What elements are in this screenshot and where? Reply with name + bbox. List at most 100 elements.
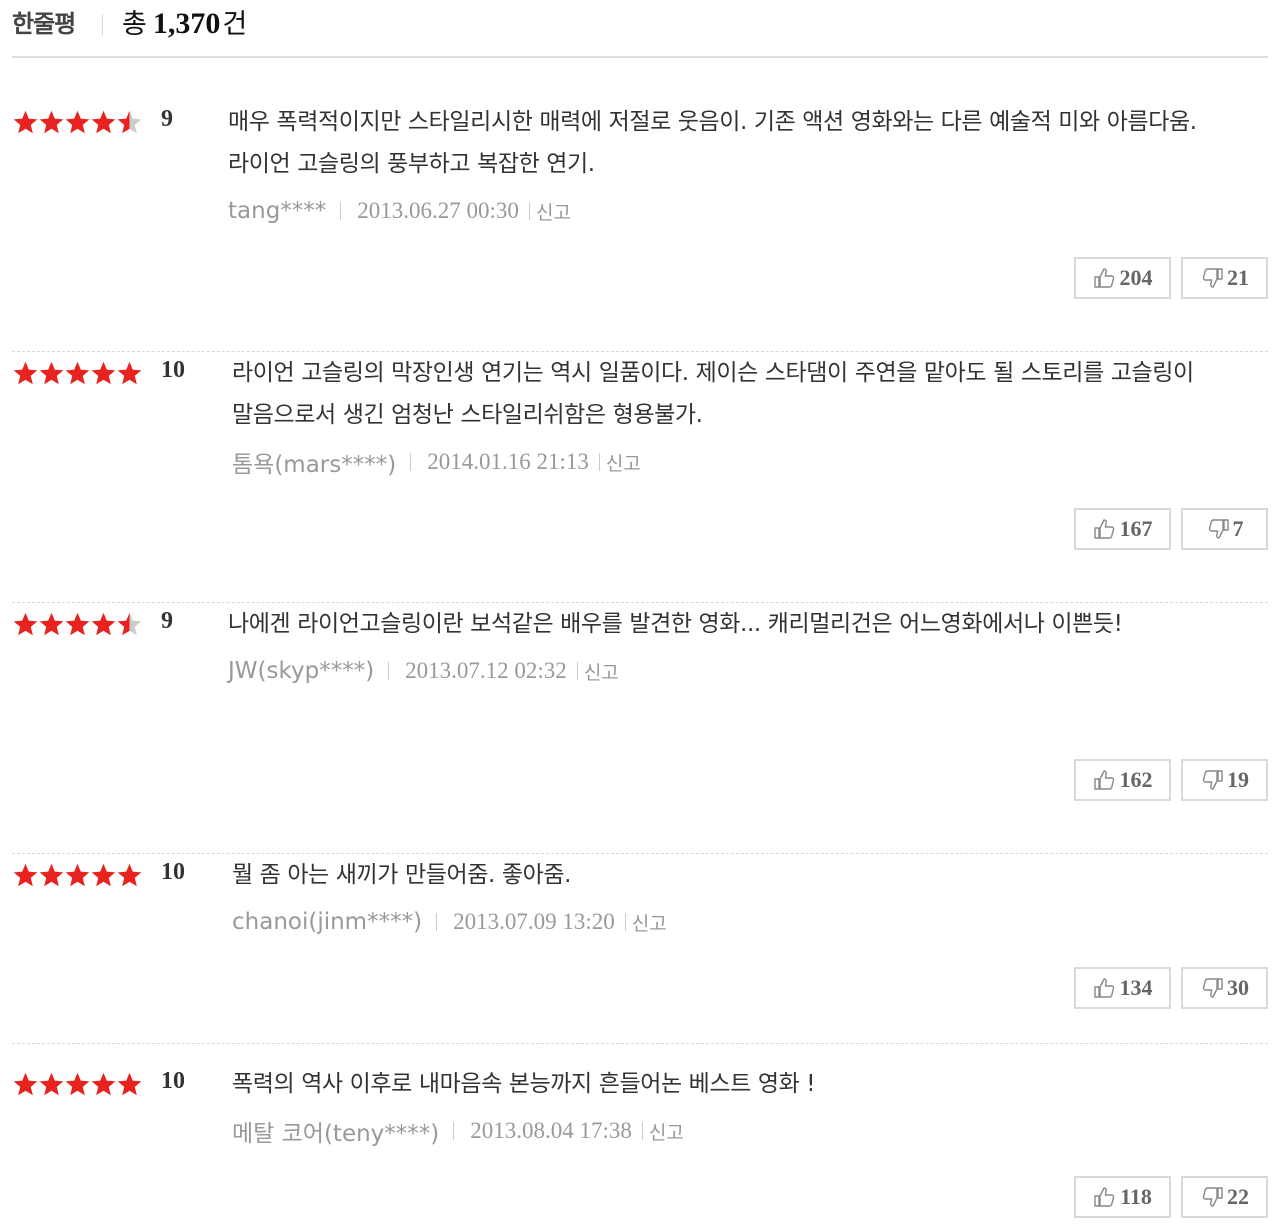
dislike-count: 30 bbox=[1227, 975, 1249, 1000]
review-item: 10 라이언 고슬링의 막장인생 연기는 역시 일품이다. 제이슨 스타댐이 주… bbox=[12, 352, 1268, 603]
meta-divider bbox=[453, 1122, 455, 1140]
review-meta: JW(skyp****) 2013.07.12 02:32 신고 bbox=[228, 657, 1248, 685]
star-filled-icon bbox=[13, 612, 38, 636]
dislike-button[interactable]: 22 bbox=[1181, 1176, 1268, 1218]
star-filled-icon bbox=[39, 863, 64, 887]
review-content: 뭘 좀 아는 새끼가 만들어줌. 좋아줌. chanoi(jinm****) 2… bbox=[232, 854, 1252, 936]
star-filled-icon bbox=[65, 863, 90, 887]
thumbs-up-icon bbox=[1094, 1187, 1115, 1207]
rating-score: 10 bbox=[161, 1068, 185, 1094]
star-filled-icon bbox=[65, 361, 90, 385]
review-comment: 뭘 좀 아는 새끼가 만들어줌. 좋아줌. bbox=[232, 862, 572, 888]
meta-divider bbox=[598, 453, 600, 471]
like-button[interactable]: 118 bbox=[1074, 1176, 1171, 1218]
review-date: 2013.07.09 13:20 bbox=[453, 909, 615, 934]
report-link[interactable]: 신고 bbox=[584, 658, 619, 685]
like-button[interactable]: 162 bbox=[1074, 759, 1171, 801]
review-comment: 매우 폭력적이지만 스타일리시한 매력에 저절로 웃음이. 기존 액션 영화와는… bbox=[228, 109, 1197, 177]
like-count: 118 bbox=[1120, 1184, 1152, 1209]
meta-divider bbox=[340, 202, 342, 220]
star-filled-icon bbox=[117, 361, 142, 385]
star-filled-icon bbox=[91, 1072, 116, 1096]
star-filled-icon bbox=[13, 1072, 38, 1096]
vote-buttons: 162 19 bbox=[1064, 759, 1268, 801]
star-filled-icon bbox=[91, 361, 116, 385]
star-half-icon bbox=[117, 612, 142, 636]
dislike-button[interactable]: 21 bbox=[1181, 257, 1268, 299]
report-link[interactable]: 신고 bbox=[536, 198, 571, 225]
star-filled-icon bbox=[39, 1072, 64, 1096]
dislike-count: 21 bbox=[1227, 265, 1249, 290]
rating-score: 9 bbox=[161, 608, 173, 634]
vote-buttons: 118 22 bbox=[1064, 1176, 1268, 1218]
star-filled-icon bbox=[91, 612, 116, 636]
like-count: 134 bbox=[1119, 975, 1153, 1000]
section-title: 한줄평 bbox=[12, 10, 76, 38]
review-meta: tang**** 2013.06.27 00:30 신고 bbox=[228, 197, 1248, 225]
thumbs-down-icon bbox=[1202, 978, 1223, 998]
review-content: 나에겐 라이언고슬링이란 보석같은 배우를 발견한 영화... 캐리멀리건은 어… bbox=[228, 603, 1248, 685]
star-rating bbox=[12, 611, 142, 641]
star-filled-icon bbox=[91, 110, 116, 134]
thumbs-up-icon bbox=[1093, 770, 1114, 790]
star-rating bbox=[12, 360, 142, 390]
thumbs-down-icon bbox=[1202, 1187, 1223, 1207]
star-filled-icon bbox=[13, 361, 38, 385]
like-count: 167 bbox=[1119, 516, 1153, 541]
meta-divider bbox=[528, 202, 530, 220]
thumbs-down-icon bbox=[1202, 770, 1223, 790]
review-author: JW(skyp****) bbox=[228, 658, 375, 684]
review-author: 톰욕(mars****) bbox=[232, 452, 397, 478]
total-count: 총 1,370건 bbox=[122, 2, 247, 41]
thumbs-up-icon bbox=[1093, 978, 1114, 998]
like-button[interactable]: 167 bbox=[1074, 508, 1171, 550]
review-date: 2013.07.12 02:32 bbox=[405, 658, 567, 683]
like-count: 204 bbox=[1119, 265, 1153, 290]
star-filled-icon bbox=[39, 361, 64, 385]
like-button[interactable]: 204 bbox=[1074, 257, 1171, 299]
thumbs-up-icon bbox=[1093, 519, 1114, 539]
review-comment: 나에겐 라이언고슬링이란 보석같은 배우를 발견한 영화... 캐리멀리건은 어… bbox=[228, 611, 1123, 637]
review-content: 매우 폭력적이지만 스타일리시한 매력에 저절로 웃음이. 기존 액션 영화와는… bbox=[228, 101, 1248, 225]
star-filled-icon bbox=[117, 1072, 142, 1096]
report-link[interactable]: 신고 bbox=[649, 1118, 684, 1145]
star-filled-icon bbox=[13, 110, 38, 134]
total-prefix: 총 bbox=[122, 9, 147, 40]
star-half-icon bbox=[117, 110, 142, 134]
report-link[interactable]: 신고 bbox=[606, 449, 641, 476]
review-author: 메탈 코어(teny****) bbox=[232, 1121, 440, 1147]
star-filled-icon bbox=[65, 1072, 90, 1096]
star-filled-icon bbox=[65, 612, 90, 636]
dislike-count: 7 bbox=[1232, 516, 1244, 541]
like-count: 162 bbox=[1119, 767, 1153, 792]
dislike-button[interactable]: 30 bbox=[1181, 967, 1268, 1009]
dislike-button[interactable]: 19 bbox=[1181, 759, 1268, 801]
thumbs-up-icon bbox=[1093, 268, 1114, 288]
review-date: 2013.06.27 00:30 bbox=[357, 198, 519, 223]
thumbs-down-icon bbox=[1208, 519, 1229, 539]
review-meta: 메탈 코어(teny****) 2013.08.04 17:38 신고 bbox=[232, 1117, 1252, 1147]
star-rating bbox=[12, 862, 142, 892]
meta-divider bbox=[624, 913, 626, 931]
review-date: 2014.01.16 21:13 bbox=[427, 449, 589, 474]
review-date: 2013.08.04 17:38 bbox=[470, 1118, 632, 1143]
star-filled-icon bbox=[65, 110, 90, 134]
meta-divider bbox=[641, 1122, 643, 1140]
review-item: 9 나에겐 라이언고슬링이란 보석같은 배우를 발견한 영화... 캐리멀리건은… bbox=[12, 603, 1268, 854]
rating-score: 10 bbox=[161, 357, 185, 383]
like-button[interactable]: 134 bbox=[1074, 967, 1171, 1009]
star-rating bbox=[12, 1071, 142, 1101]
star-filled-icon bbox=[39, 110, 64, 134]
review-comment: 라이언 고슬링의 막장인생 연기는 역시 일품이다. 제이슨 스타댐이 주연을 … bbox=[232, 360, 1194, 428]
report-link[interactable]: 신고 bbox=[632, 909, 667, 936]
star-filled-icon bbox=[117, 863, 142, 887]
meta-divider bbox=[388, 662, 390, 680]
star-filled-icon bbox=[13, 863, 38, 887]
vote-buttons: 134 30 bbox=[1064, 967, 1268, 1009]
review-meta: chanoi(jinm****) 2013.07.09 13:20 신고 bbox=[232, 908, 1252, 936]
total-number: 1,370 bbox=[152, 7, 221, 40]
dislike-button[interactable]: 7 bbox=[1181, 508, 1268, 550]
review-content: 폭력의 역사 이후로 내마음속 본능까지 흔들어논 베스트 영화 ! 메탈 코어… bbox=[232, 1063, 1252, 1147]
rating-score: 10 bbox=[161, 859, 185, 885]
review-content: 라이언 고슬링의 막장인생 연기는 역시 일품이다. 제이슨 스타댐이 주연을 … bbox=[232, 352, 1252, 478]
